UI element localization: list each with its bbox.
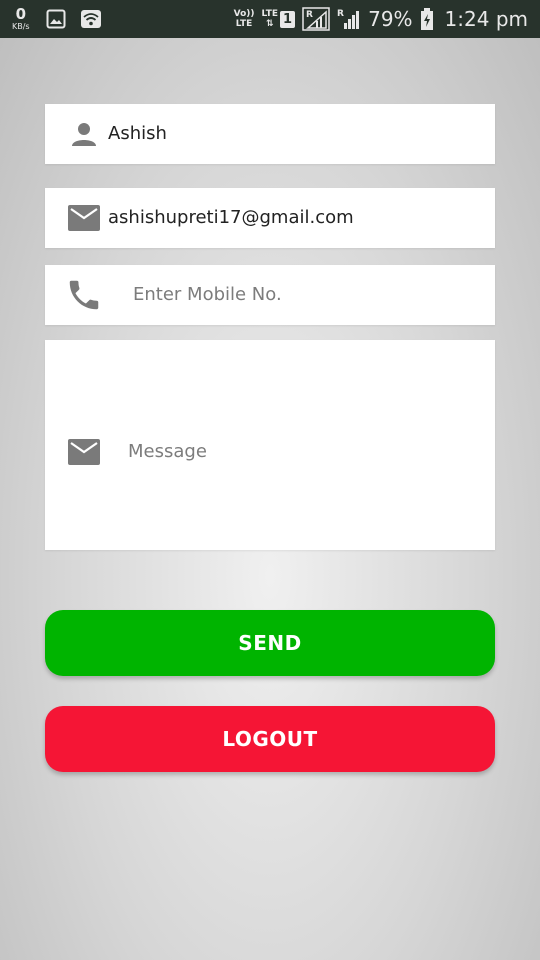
send-button[interactable]: SEND xyxy=(45,610,495,676)
signal-roaming-icon: R xyxy=(302,7,330,31)
clock: 1:24 pm xyxy=(444,7,528,31)
phone-icon xyxy=(65,276,103,318)
logout-button[interactable]: LOGOUT xyxy=(45,706,495,772)
email-icon xyxy=(68,439,100,469)
gallery-icon xyxy=(46,9,66,29)
data-arrows-icon: ⇅ xyxy=(266,19,274,29)
data-rate-unit: KB/s xyxy=(12,22,30,31)
email-icon xyxy=(68,205,100,235)
status-bar: 0 KB/s Vo)) LTE LTE ⇅ 1 R R 79% 1:24 pm xyxy=(0,0,540,38)
lte-label: LTE xyxy=(261,9,279,19)
sim-number: 1 xyxy=(280,10,296,28)
email-field[interactable]: ashishupreti17@gmail.com xyxy=(45,188,495,248)
volte-indicator: Vo)) LTE xyxy=(234,9,255,29)
roaming-label-2: R xyxy=(337,9,344,19)
lte-indicator: LTE ⇅ 1 xyxy=(262,9,296,29)
signal-icon: R xyxy=(337,7,361,31)
volte-bottom: LTE xyxy=(235,19,253,29)
message-field[interactable]: Message xyxy=(45,340,495,550)
person-icon xyxy=(71,121,97,151)
data-rate-indicator: 0 KB/s xyxy=(12,7,30,31)
message-input-placeholder[interactable]: Message xyxy=(128,441,207,462)
data-rate-value: 0 xyxy=(15,5,27,23)
email-input-value[interactable]: ashishupreti17@gmail.com xyxy=(108,207,354,228)
roaming-label: R xyxy=(306,10,313,20)
battery-percent: 79% xyxy=(368,7,413,31)
name-input-value[interactable]: Ashish xyxy=(108,123,167,144)
battery-charging-icon xyxy=(420,8,434,30)
mobile-input-placeholder[interactable]: Enter Mobile No. xyxy=(133,284,282,305)
name-field[interactable]: Ashish xyxy=(45,104,495,164)
wifi-icon xyxy=(80,9,102,29)
mobile-field[interactable]: Enter Mobile No. xyxy=(45,265,495,325)
volte-top: Vo)) xyxy=(233,9,255,19)
